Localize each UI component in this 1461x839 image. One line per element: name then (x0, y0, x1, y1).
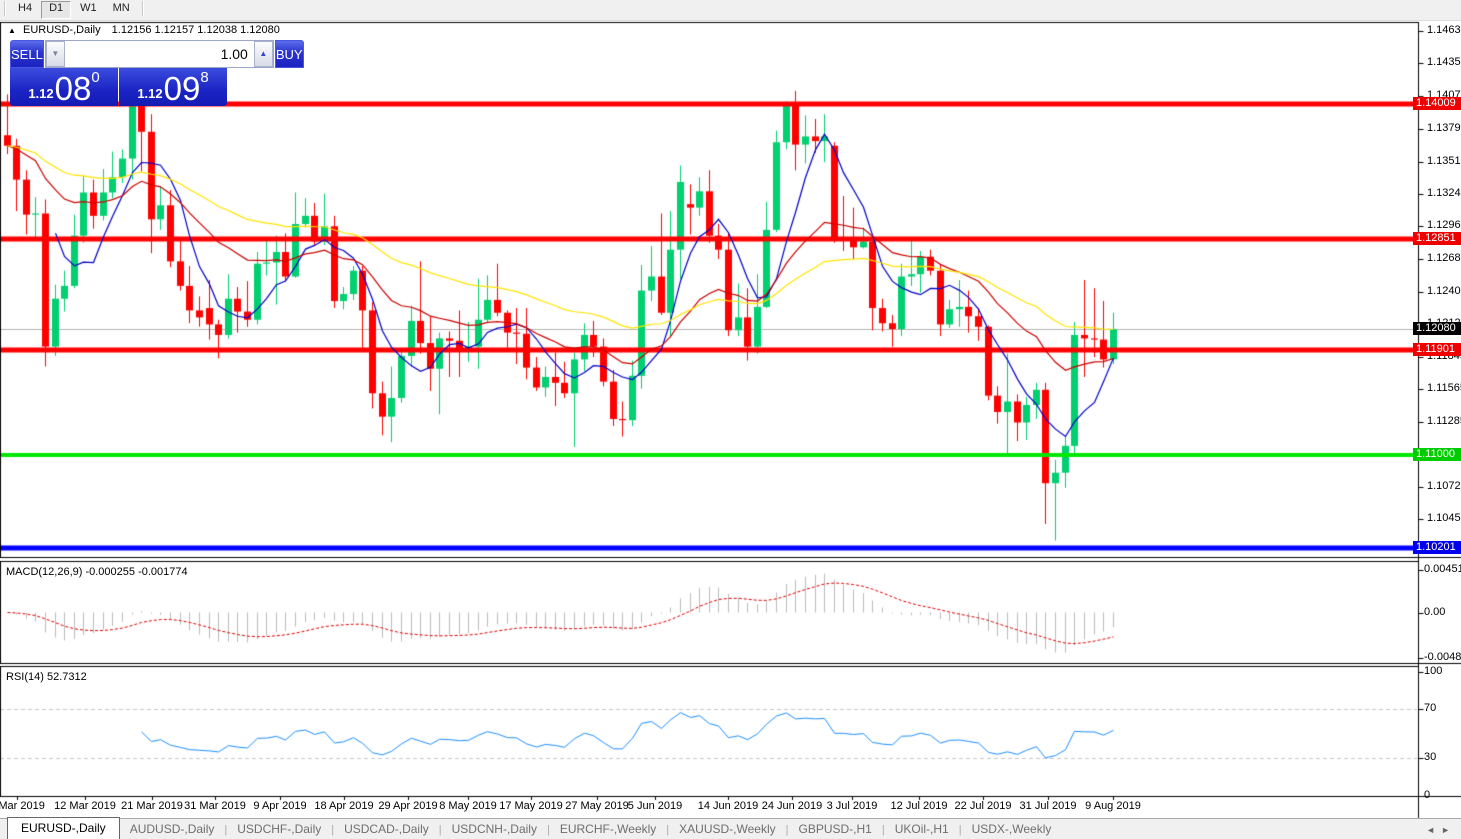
date-axis-label: 12 Mar 2019 (54, 800, 116, 812)
macd-scale-label: 0.00 (1424, 606, 1445, 618)
chevron-up-icon: ▲ (259, 49, 267, 58)
symbol-tab-bar: EURUSD-,DailyAUDUSD-,Daily|USDCHF-,Daily… (0, 818, 1461, 839)
tab-usdx-weekly[interactable]: USDX-,Weekly (962, 819, 1062, 839)
date-axis-label: 18 Apr 2019 (314, 800, 373, 812)
date-axis-label: 3 Jul 2019 (827, 800, 878, 812)
price-tag-112851: 1.12851 (1413, 232, 1461, 245)
sell-price-big: 08 (55, 74, 92, 104)
price-axis-tick-label: 1.10725 (1427, 480, 1461, 492)
price-axis-tick-label: 1.12680 (1427, 252, 1461, 264)
price-tag-111901: 1.11901 (1413, 343, 1461, 356)
date-axis-label: 17 May 2019 (499, 800, 563, 812)
buy-price-button[interactable]: 1.12 09 8 (119, 68, 227, 106)
price-axis-tick-label: 1.12400 (1427, 285, 1461, 297)
macd-indicator-label: MACD(12,26,9) -0.000255 -0.001774 (6, 566, 188, 578)
price-tag-111000: 1.11000 (1413, 448, 1461, 461)
date-axis-label: 31 Mar 2019 (184, 800, 246, 812)
tab-eurusd-daily[interactable]: EURUSD-,Daily (7, 817, 120, 839)
rsi-indicator-label: RSI(14) 52.7312 (6, 671, 87, 683)
sell-price-sup: 0 (91, 70, 99, 85)
trading-platform-window: H4D1W1MN ▲ EURUSD-,Daily 1.12156 1.12157… (0, 0, 1461, 839)
price-tag-112080: 1.12080 (1413, 322, 1461, 335)
chart-ohlc-values: 1.12156 1.12157 1.12038 1.12080 (112, 24, 280, 36)
date-axis-label: 9 Aug 2019 (1085, 800, 1141, 812)
tabs-scroll-right-icon[interactable]: ► (1441, 825, 1456, 835)
tab-usdcnh-daily[interactable]: USDCNH-,Daily (442, 819, 547, 839)
price-axis-tick-label: 1.14355 (1427, 56, 1461, 68)
sell-price-button[interactable]: 1.12 08 0 (10, 68, 118, 106)
rsi-scale-label: 30 (1424, 751, 1436, 763)
tab-scroll-arrows: ◄► (1426, 825, 1456, 835)
chart-canvas[interactable] (0, 0, 1461, 839)
price-tag-114009: 1.14009 (1413, 97, 1461, 110)
buy-price-sup: 8 (200, 70, 208, 85)
date-axis-label: 12 Jul 2019 (891, 800, 948, 812)
chart-symbol-info: ▲ EURUSD-,Daily 1.12156 1.12157 1.12038 … (8, 24, 280, 36)
tab-usdcad-daily[interactable]: USDCAD-,Daily (334, 819, 439, 839)
collapse-trade-panel-icon[interactable]: ▲ (8, 26, 16, 35)
rsi-scale-label: 0 (1424, 789, 1430, 801)
chart-symbol-label: EURUSD-,Daily (23, 24, 101, 36)
price-axis-tick-label: 1.10450 (1427, 512, 1461, 524)
date-axis-label: 3 Mar 2019 (0, 800, 45, 812)
price-axis-tick-label: 1.13795 (1427, 122, 1461, 134)
volume-increase-button[interactable]: ▲ (254, 41, 273, 67)
date-axis-label: 5 Jun 2019 (628, 800, 682, 812)
price-axis-tick-label: 1.11565 (1427, 382, 1461, 394)
sell-price-prefix: 1.12 (28, 86, 53, 101)
chevron-down-icon: ▼ (51, 49, 59, 58)
price-tag-110201: 1.10201 (1413, 541, 1461, 554)
price-axis-tick-label: 1.12960 (1427, 219, 1461, 231)
buy-price-big: 09 (164, 74, 201, 104)
volume-decrease-button[interactable]: ▼ (46, 41, 65, 67)
date-axis-label: 14 Jun 2019 (698, 800, 759, 812)
macd-scale-label: -0.004806 (1424, 651, 1461, 663)
tabs-scroll-left-icon[interactable]: ◄ (1426, 825, 1441, 835)
volume-input[interactable] (65, 41, 254, 67)
sell-button[interactable]: SELL (10, 40, 44, 68)
tab-xauusd-weekly[interactable]: XAUUSD-,Weekly (669, 819, 785, 839)
price-axis-tick-label: 1.13515 (1427, 155, 1461, 167)
date-axis-label: 8 May 2019 (439, 800, 496, 812)
tab-audusd-daily[interactable]: AUDUSD-,Daily (120, 819, 225, 839)
date-axis-label: 21 Mar 2019 (121, 800, 183, 812)
date-axis-label: 22 Jul 2019 (955, 800, 1012, 812)
volume-spinner: ▼ ▲ (45, 40, 274, 68)
buy-price-prefix: 1.12 (137, 86, 162, 101)
price-axis-tick-label: 1.11285 (1427, 415, 1461, 427)
tab-usdchf-daily[interactable]: USDCHF-,Daily (227, 819, 331, 839)
tab-ukoil-h1[interactable]: UKOil-,H1 (885, 819, 959, 839)
date-axis-label: 29 Apr 2019 (378, 800, 437, 812)
date-axis-label: 31 Jul 2019 (1020, 800, 1077, 812)
date-axis-label: 24 Jun 2019 (762, 800, 823, 812)
buy-button[interactable]: BUY (275, 40, 304, 68)
tab-gbpusd-h1[interactable]: GBPUSD-,H1 (788, 819, 881, 839)
price-axis-tick-label: 1.14635 (1427, 24, 1461, 36)
date-axis-label: 9 Apr 2019 (253, 800, 306, 812)
rsi-scale-label: 70 (1424, 702, 1436, 714)
one-click-trading-panel: SELL ▼ ▲ BUY 1.12 08 0 1.12 09 8 (10, 40, 227, 106)
date-axis-label: 27 May 2019 (565, 800, 629, 812)
tab-eurchf-weekly[interactable]: EURCHF-,Weekly (550, 819, 666, 839)
price-axis-tick-label: 1.13240 (1427, 187, 1461, 199)
macd-scale-label: 0.004517 (1424, 563, 1461, 575)
rsi-scale-label: 100 (1424, 665, 1442, 677)
